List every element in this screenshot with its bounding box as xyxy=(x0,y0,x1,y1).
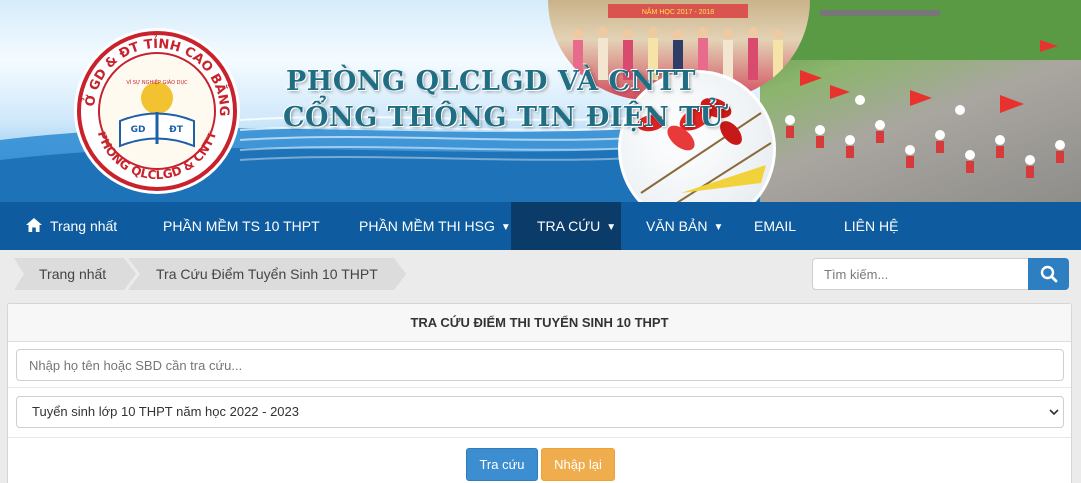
search-button[interactable] xyxy=(1028,258,1069,290)
nav-hsg-label: PHẦN MỀM THI HSG xyxy=(359,218,495,234)
nav-documents[interactable]: VĂN BẢN ▼ xyxy=(646,202,723,250)
exam-year-select-value: Tuyển sinh lớp 10 THPT năm học 2022 - 20… xyxy=(32,404,299,419)
nav-contact-label: LIÊN HỆ xyxy=(844,218,899,234)
banner-title: PHÒNG QLCLGD VÀ CNTT xyxy=(286,66,696,97)
department-logo: SỞ GD & ĐT TỈNH CAO BẰNG PHÒNG QLCLGD & … xyxy=(72,26,240,194)
svg-text:GD: GD xyxy=(131,125,146,135)
name-or-sbd-input[interactable] xyxy=(16,349,1064,381)
reset-button[interactable]: Nhập lại xyxy=(541,448,615,481)
nav-home[interactable]: Trang nhất xyxy=(26,202,117,250)
school-parade-photo xyxy=(760,0,1081,202)
search-icon xyxy=(1040,265,1057,283)
header-banner: NĂM HỌC 2017 - 2018 Ở GD & ĐT TỈNH CAO B… xyxy=(0,0,1081,202)
nav-documents-label: VĂN BẢN xyxy=(646,218,708,234)
chevron-down-icon xyxy=(1049,409,1059,416)
nav-contact[interactable]: LIÊN HỆ xyxy=(844,202,898,250)
banner-subtitle: CỔNG THÔNG TIN ĐIỆN TỬ xyxy=(283,102,724,133)
panel-heading: TRA CỨU ĐIỂM THI TUYỂN SINH 10 THPT xyxy=(8,304,1071,342)
group-photo-caption: NĂM HỌC 2017 - 2018 xyxy=(642,7,714,16)
main-navigation: Trang nhất PHẦN MỀM TS 10 THPT PHẦN MỀM … xyxy=(0,202,1081,250)
nav-ts10-software[interactable]: PHẦN MỀM TS 10 THPT xyxy=(163,202,320,250)
svg-text:VÌ SỰ NGHIỆP GIÁO DỤC: VÌ SỰ NGHIỆP GIÁO DỤC xyxy=(126,78,188,86)
breadcrumb-home[interactable]: Trang nhất xyxy=(14,258,136,290)
score-lookup-panel: TRA CỨU ĐIỂM THI TUYỂN SINH 10 THPT Tuyể… xyxy=(7,303,1072,483)
chevron-down-icon: ▼ xyxy=(606,222,617,233)
chevron-down-icon: ▼ xyxy=(713,222,724,233)
lookup-submit-button[interactable]: Tra cứu xyxy=(466,448,538,481)
svg-text:ĐT: ĐT xyxy=(169,125,184,135)
breadcrumb-current[interactable]: Tra Cứu Điểm Tuyển Sinh 10 THPT xyxy=(128,258,406,290)
nav-home-label: Trang nhất xyxy=(50,218,118,234)
nav-email-label: EMAIL xyxy=(754,218,797,234)
exam-select-row: Tuyển sinh lớp 10 THPT năm học 2022 - 20… xyxy=(8,388,1071,438)
exam-year-select[interactable]: Tuyển sinh lớp 10 THPT năm học 2022 - 20… xyxy=(16,396,1064,428)
name-input-row xyxy=(8,342,1071,388)
nav-lookup[interactable]: TRA CỨU ▼ xyxy=(511,202,621,250)
chevron-down-icon: ▼ xyxy=(500,222,511,233)
nav-email[interactable]: EMAIL xyxy=(754,202,796,250)
search-input[interactable] xyxy=(812,258,1028,290)
nav-hsg-software[interactable]: PHẦN MỀM THI HSG ▼ xyxy=(359,202,511,250)
home-icon xyxy=(26,218,42,232)
nav-ts10-label: PHẦN MỀM TS 10 THPT xyxy=(163,218,320,234)
nav-lookup-label: TRA CỨU xyxy=(537,218,601,234)
